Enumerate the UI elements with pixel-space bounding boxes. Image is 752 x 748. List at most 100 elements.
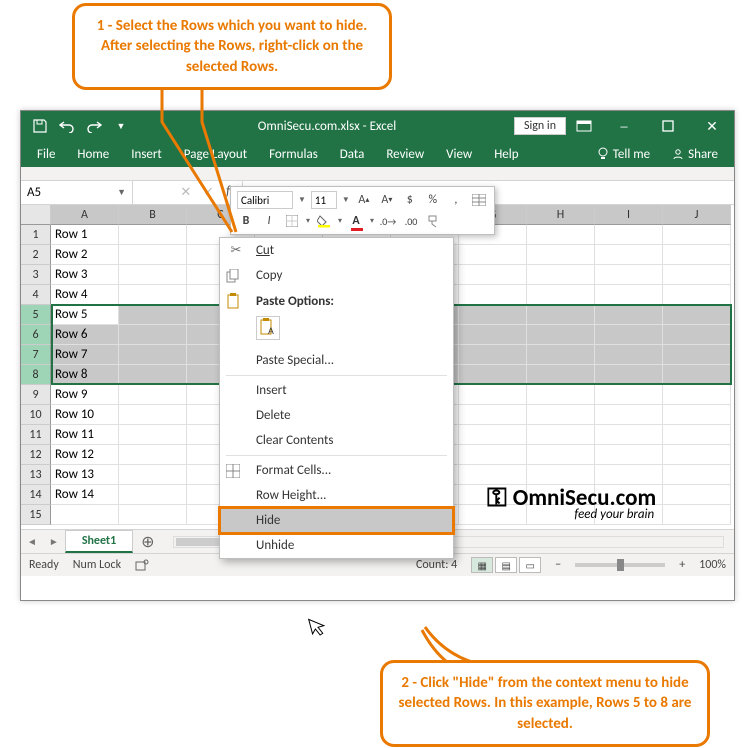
- name-box[interactable]: A5 ▼: [21, 181, 133, 204]
- ctx-format-cells[interactable]: Format Cells...: [220, 458, 453, 483]
- format-painter-icon[interactable]: [425, 212, 443, 230]
- increase-decimal-icon[interactable]: .00: [402, 212, 420, 230]
- format-table-icon[interactable]: [470, 191, 488, 209]
- cell[interactable]: Row 6: [51, 325, 119, 345]
- cell[interactable]: Row 7: [51, 345, 119, 365]
- cell[interactable]: [459, 405, 527, 425]
- row-header-10[interactable]: 10: [21, 405, 51, 425]
- cell[interactable]: [459, 285, 527, 305]
- maximize-button[interactable]: [646, 111, 690, 141]
- tab-view[interactable]: View: [436, 143, 482, 166]
- cell[interactable]: [527, 365, 595, 385]
- ctx-cut[interactable]: ✂ Cut: [220, 238, 453, 263]
- cell[interactable]: [595, 285, 663, 305]
- tab-formulas[interactable]: Formulas: [259, 143, 328, 166]
- cell[interactable]: [595, 405, 663, 425]
- cell[interactable]: Row 10: [51, 405, 119, 425]
- ctx-clear-contents[interactable]: Clear Contents: [220, 428, 453, 453]
- cell[interactable]: [595, 225, 663, 245]
- cell[interactable]: [527, 225, 595, 245]
- cell[interactable]: [119, 425, 187, 445]
- cell[interactable]: [595, 385, 663, 405]
- cell[interactable]: [459, 425, 527, 445]
- chevron-down-icon[interactable]: ▾: [338, 216, 342, 226]
- cell[interactable]: [459, 305, 527, 325]
- cell[interactable]: [119, 345, 187, 365]
- ctx-insert[interactable]: Insert: [220, 378, 453, 403]
- tab-file[interactable]: File: [27, 143, 65, 166]
- ctx-paste-special[interactable]: Paste Special...: [220, 348, 453, 373]
- chevron-down-icon[interactable]: ▾: [306, 216, 310, 226]
- cell[interactable]: [595, 425, 663, 445]
- cell[interactable]: Row 5: [51, 305, 119, 325]
- mini-size-select[interactable]: [311, 191, 337, 209]
- new-sheet-button[interactable]: ⊕: [133, 532, 162, 552]
- row-header-6[interactable]: 6: [21, 325, 51, 345]
- page-break-view-button[interactable]: ▭: [519, 557, 541, 573]
- cell[interactable]: [119, 285, 187, 305]
- cell[interactable]: [527, 385, 595, 405]
- italic-icon[interactable]: I: [260, 212, 278, 230]
- zoom-level[interactable]: 100%: [699, 558, 726, 572]
- cell[interactable]: Row 12: [51, 445, 119, 465]
- decrease-font-icon[interactable]: A▾: [378, 191, 396, 209]
- cell[interactable]: [119, 505, 187, 525]
- minimize-button[interactable]: ─: [602, 111, 646, 141]
- cell[interactable]: [527, 445, 595, 465]
- sign-in-button[interactable]: Sign in: [514, 117, 566, 135]
- ctx-delete[interactable]: Delete: [220, 403, 453, 428]
- row-header-14[interactable]: 14: [21, 485, 51, 505]
- sheet-nav-prev-icon[interactable]: ◄: [21, 535, 43, 548]
- cell[interactable]: [119, 445, 187, 465]
- cell[interactable]: [459, 365, 527, 385]
- cell[interactable]: [595, 445, 663, 465]
- sheet-nav-next-icon[interactable]: ►: [43, 535, 65, 548]
- cell[interactable]: [459, 345, 527, 365]
- cell[interactable]: [527, 285, 595, 305]
- borders-icon[interactable]: [283, 212, 301, 230]
- row-header-15[interactable]: 15: [21, 505, 51, 525]
- row-header-12[interactable]: 12: [21, 445, 51, 465]
- cell[interactable]: [527, 305, 595, 325]
- column-header-h[interactable]: H: [527, 205, 595, 225]
- row-header-8[interactable]: 8: [21, 365, 51, 385]
- sheet-tab-sheet1[interactable]: Sheet1: [65, 530, 133, 553]
- row-header-1[interactable]: 1: [21, 225, 51, 245]
- cell[interactable]: [119, 365, 187, 385]
- cell[interactable]: [663, 345, 731, 365]
- cell[interactable]: [663, 485, 731, 505]
- chevron-down-icon[interactable]: ▼: [298, 195, 306, 205]
- cell[interactable]: [459, 385, 527, 405]
- tab-home[interactable]: Home: [67, 143, 119, 166]
- undo-icon[interactable]: [58, 117, 76, 135]
- zoom-slider[interactable]: [575, 563, 665, 567]
- ctx-unhide[interactable]: Unhide: [220, 533, 453, 558]
- cell[interactable]: [51, 505, 119, 525]
- cell[interactable]: [595, 365, 663, 385]
- cell[interactable]: [663, 325, 731, 345]
- cell[interactable]: [663, 245, 731, 265]
- cell[interactable]: [663, 385, 731, 405]
- ribbon-options-icon[interactable]: [566, 111, 602, 141]
- cell[interactable]: [663, 425, 731, 445]
- column-header-j[interactable]: J: [663, 205, 731, 225]
- cell[interactable]: [527, 425, 595, 445]
- cell[interactable]: [119, 265, 187, 285]
- row-header-13[interactable]: 13: [21, 465, 51, 485]
- cell[interactable]: Row 9: [51, 385, 119, 405]
- tab-review[interactable]: Review: [376, 143, 434, 166]
- cell[interactable]: [527, 245, 595, 265]
- row-header-7[interactable]: 7: [21, 345, 51, 365]
- row-header-4[interactable]: 4: [21, 285, 51, 305]
- cell[interactable]: Row 3: [51, 265, 119, 285]
- normal-view-button[interactable]: ▦: [471, 557, 493, 573]
- cell[interactable]: [663, 445, 731, 465]
- zoom-out-button[interactable]: −: [555, 558, 561, 572]
- zoom-in-button[interactable]: +: [679, 558, 685, 572]
- redo-icon[interactable]: [85, 117, 103, 135]
- chevron-down-icon[interactable]: ▼: [342, 195, 350, 205]
- cell[interactable]: Row 8: [51, 365, 119, 385]
- column-header-i[interactable]: I: [595, 205, 663, 225]
- currency-format-icon[interactable]: $: [401, 191, 419, 209]
- tab-help[interactable]: Help: [484, 143, 528, 166]
